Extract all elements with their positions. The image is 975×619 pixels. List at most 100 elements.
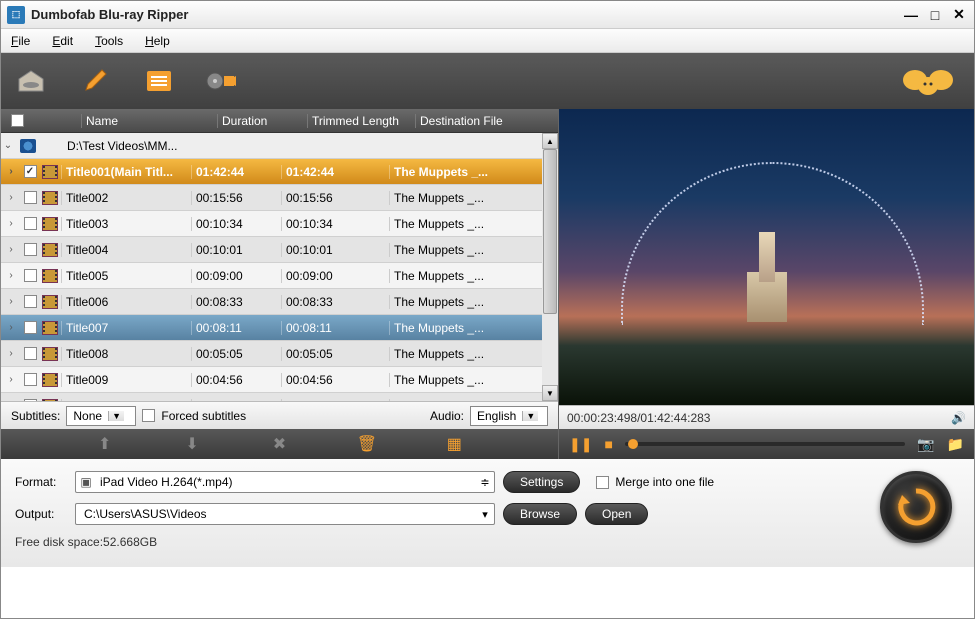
table-body: ⌄ D:\Test Videos\MM... ›✓Title001(Main T…	[1, 133, 558, 401]
row-checkbox[interactable]	[24, 347, 37, 360]
move-up-button[interactable]: ⬆	[93, 434, 117, 454]
load-disc-button[interactable]	[13, 63, 49, 99]
menu-tools[interactable]: Tools	[95, 34, 123, 48]
col-duration[interactable]: Duration	[217, 114, 307, 128]
list-button[interactable]	[141, 63, 177, 99]
remove-button[interactable]: ✖	[267, 434, 291, 454]
maximize-button[interactable]: □	[926, 7, 944, 23]
convert-button[interactable]	[880, 471, 952, 543]
stop-button[interactable]: ■	[604, 436, 612, 452]
film-icon	[42, 269, 58, 283]
convert-tool-button[interactable]	[205, 63, 241, 99]
format-combo[interactable]: ▣ iPad Video H.264(*.mp4) ≑	[75, 471, 495, 493]
row-duration: 00:04:56	[191, 373, 281, 387]
snapshot-button[interactable]: 📷	[917, 436, 934, 453]
folder-button[interactable]: 📁	[947, 436, 964, 453]
row-trimmed: 01:42:44	[281, 165, 389, 179]
close-button[interactable]: ✕	[950, 7, 968, 23]
scroll-down-button[interactable]: ▼	[542, 385, 558, 401]
forced-subtitles-checkbox[interactable]	[142, 409, 155, 422]
clip-button[interactable]: ▦	[442, 434, 466, 454]
table-row[interactable]: ›✓Title001(Main Titl...01:42:4401:42:44T…	[1, 159, 558, 185]
row-name: Title005	[61, 269, 191, 283]
col-trimmed[interactable]: Trimmed Length	[307, 114, 415, 128]
table-row[interactable]: ›Title01000:04:4300:04:43The Muppets _..…	[1, 393, 558, 401]
expand-row-icon[interactable]: ›	[1, 218, 21, 229]
row-checkbox[interactable]	[24, 191, 37, 204]
row-checkbox[interactable]: ✓	[24, 165, 37, 178]
table-row[interactable]: ›Title00900:04:5600:04:56The Muppets _..…	[1, 367, 558, 393]
menubar: File Edit Tools Help	[1, 29, 974, 53]
scroll-thumb[interactable]	[543, 149, 557, 314]
video-preview[interactable]	[559, 109, 974, 405]
format-dropdown-icon[interactable]: ≑	[476, 476, 494, 489]
volume-icon[interactable]: 🔊	[951, 411, 966, 425]
edit-button[interactable]	[77, 63, 113, 99]
film-icon	[42, 243, 58, 257]
expand-row-icon[interactable]: ›	[1, 166, 21, 177]
table-row[interactable]: ›Title00200:15:5600:15:56The Muppets _..…	[1, 185, 558, 211]
expand-row-icon[interactable]: ›	[1, 192, 21, 203]
table-row[interactable]: ›Title00300:10:3400:10:34The Muppets _..…	[1, 211, 558, 237]
app-title: Dumbofab Blu-ray Ripper	[31, 7, 902, 22]
row-duration: 00:09:00	[191, 269, 281, 283]
trash-button[interactable]: 🗑	[355, 434, 379, 454]
row-checkbox[interactable]	[24, 243, 37, 256]
col-name[interactable]: Name	[81, 114, 217, 128]
expand-row-icon[interactable]: ›	[1, 270, 21, 281]
expand-row-icon[interactable]: ›	[1, 322, 21, 333]
scroll-up-button[interactable]: ▲	[542, 133, 558, 149]
row-duration: 00:08:33	[191, 295, 281, 309]
expand-source-icon[interactable]: ⌄	[1, 140, 15, 151]
expand-row-icon[interactable]: ›	[1, 296, 21, 307]
merge-checkbox[interactable]	[596, 476, 609, 489]
row-name: Title007	[61, 321, 191, 335]
row-destination: The Muppets _...	[389, 269, 558, 283]
table-row[interactable]: ›Title00400:10:0100:10:01The Muppets _..…	[1, 237, 558, 263]
move-down-button[interactable]: ⬇	[180, 434, 204, 454]
expand-row-icon[interactable]: ›	[1, 348, 21, 359]
source-row[interactable]: ⌄ D:\Test Videos\MM...	[1, 133, 558, 159]
row-name: Title006	[61, 295, 191, 309]
row-checkbox[interactable]	[24, 269, 37, 282]
playback-time: 00:00:23:498/01:42:44:283	[567, 411, 710, 425]
title-list-pane: Name Duration Trimmed Length Destination…	[1, 109, 559, 459]
row-destination: The Muppets _...	[389, 217, 558, 231]
row-checkbox[interactable]	[24, 399, 37, 401]
table-scrollbar[interactable]: ▲ ▼	[542, 133, 558, 401]
subtitle-audio-bar: Subtitles: None▼ Forced subtitles Audio:…	[1, 401, 558, 429]
row-checkbox[interactable]	[24, 295, 37, 308]
expand-row-icon[interactable]: ›	[1, 400, 21, 401]
row-checkbox[interactable]	[24, 217, 37, 230]
col-destination[interactable]: Destination File	[415, 114, 542, 128]
row-duration: 00:10:34	[191, 217, 281, 231]
output-label: Output:	[15, 507, 67, 521]
row-name: Title004	[61, 243, 191, 257]
row-trimmed: 00:08:11	[281, 321, 389, 335]
time-display-bar: 00:00:23:498/01:42:44:283 🔊	[559, 405, 974, 429]
settings-button[interactable]: Settings	[503, 471, 580, 493]
open-button[interactable]: Open	[585, 503, 648, 525]
table-row[interactable]: ›Title00800:05:0500:05:05The Muppets _..…	[1, 341, 558, 367]
browse-button[interactable]: Browse	[503, 503, 577, 525]
select-all-checkbox[interactable]	[11, 114, 24, 127]
pause-button[interactable]: ❚❚	[569, 436, 592, 453]
menu-edit[interactable]: Edit	[52, 34, 73, 48]
seek-bar[interactable]	[625, 442, 905, 446]
output-dropdown-icon[interactable]: ▾	[476, 508, 494, 521]
audio-combo[interactable]: English▼	[470, 406, 548, 426]
menu-file[interactable]: File	[11, 34, 30, 48]
minimize-button[interactable]: —	[902, 7, 920, 23]
seek-handle[interactable]	[628, 439, 638, 449]
film-icon	[42, 321, 58, 335]
table-row[interactable]: ›Title00700:08:1100:08:11The Muppets _..…	[1, 315, 558, 341]
menu-help[interactable]: Help	[145, 34, 170, 48]
table-row[interactable]: ›Title00600:08:3300:08:33The Muppets _..…	[1, 289, 558, 315]
table-row[interactable]: ›Title00500:09:0000:09:00The Muppets _..…	[1, 263, 558, 289]
expand-row-icon[interactable]: ›	[1, 374, 21, 385]
row-checkbox[interactable]	[24, 373, 37, 386]
subtitles-combo[interactable]: None▼	[66, 406, 136, 426]
row-checkbox[interactable]	[24, 321, 37, 334]
expand-row-icon[interactable]: ›	[1, 244, 21, 255]
output-combo[interactable]: C:\Users\ASUS\Videos ▾	[75, 503, 495, 525]
